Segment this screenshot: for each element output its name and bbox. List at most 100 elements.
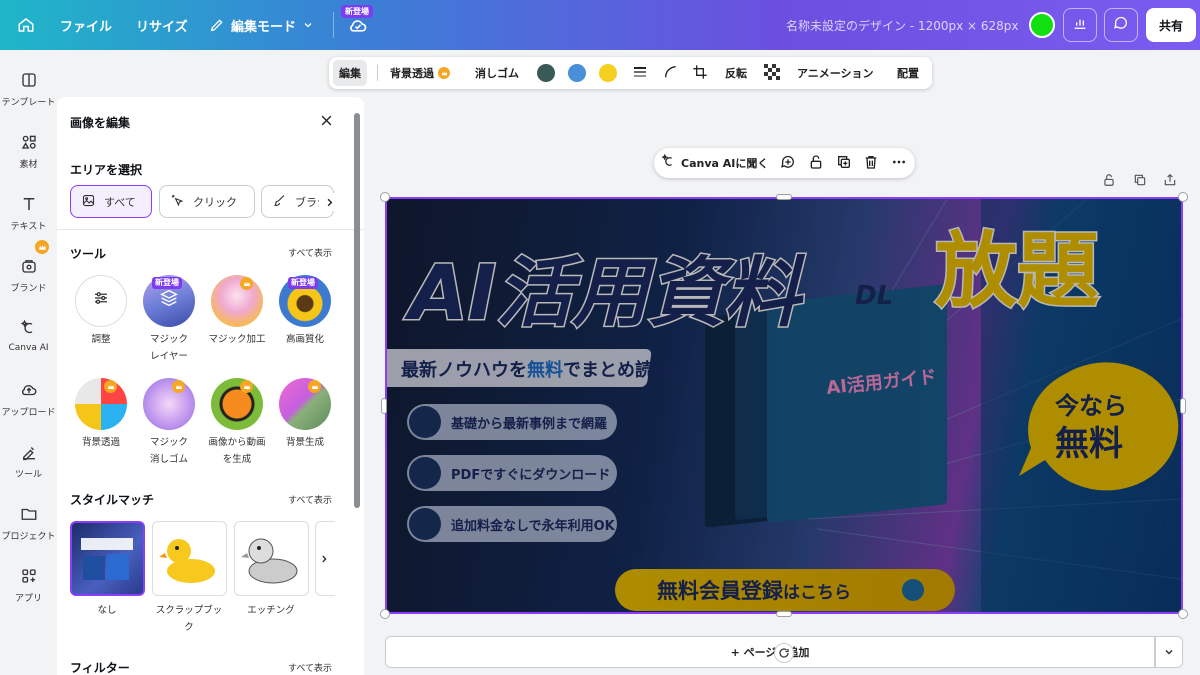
border-style-button[interactable] (632, 57, 648, 89)
tool-label: 背景透過 (81, 437, 120, 448)
trash-icon (863, 154, 879, 173)
analytics-button[interactable] (1063, 8, 1097, 42)
ask-canva-ai-button[interactable]: Canva AIに聞く (661, 148, 768, 178)
tool-adjust[interactable]: 調整 (69, 275, 133, 348)
style-scrapbook[interactable]: スクラップブッ ク (151, 521, 227, 636)
resize-handle-left[interactable] (381, 398, 387, 414)
tool-magic-eraser[interactable]: マジック 消しゴム (137, 378, 201, 468)
magic-click-icon (170, 193, 185, 211)
top-bar: ファイル リサイズ 編集モード 新登場 名称未設定のデザイン - 1200px … (0, 0, 1200, 50)
projects-icon (18, 503, 40, 525)
add-page-button[interactable]: + ページを追加 (385, 636, 1155, 668)
transparency-button[interactable] (764, 57, 780, 89)
rail-item-apps[interactable]: アプリ (0, 565, 57, 604)
crop-icon (692, 64, 708, 83)
color-swatch-3[interactable] (599, 57, 617, 89)
adjust-thumbnail (75, 275, 127, 327)
animation-button[interactable]: アニメーション (797, 57, 874, 89)
styles-see-all-link[interactable]: すべて表示 (288, 493, 332, 506)
styles-scroll-right[interactable] (317, 549, 331, 567)
corner-rounding-button[interactable] (663, 57, 679, 89)
rail-item-brand[interactable]: ブランド (0, 255, 57, 294)
edit-mode-label: 編集モード (231, 19, 297, 35)
panel-title: 画像を編集 (70, 116, 131, 130)
rail-label: 素材 (19, 160, 38, 170)
area-chip-all[interactable]: すべて (70, 185, 152, 218)
close-icon (319, 113, 334, 132)
resize-handle-top[interactable] (776, 194, 792, 200)
file-menu[interactable]: ファイル (60, 0, 112, 50)
tool-magic-layer[interactable]: 新登場 マジック レイヤー (137, 275, 201, 365)
duplicate-button[interactable] (836, 148, 852, 178)
panel-scrollbar[interactable] (354, 113, 360, 508)
corner-radius-icon (663, 64, 679, 83)
image-icon (81, 193, 96, 211)
rail-item-projects[interactable]: プロジェクト (0, 503, 57, 542)
design-title[interactable]: 名称未設定のデザイン - 1200px × 628px (786, 0, 1019, 50)
tool-image-to-video[interactable]: 画像から動画 を生成 (205, 378, 269, 468)
rail-item-canva-ai[interactable]: Canva AI (0, 317, 57, 353)
edit-mode-menu[interactable]: 編集モード (209, 0, 314, 50)
resize-handle-bottom[interactable] (776, 611, 792, 617)
resize-handle-br[interactable] (1178, 609, 1188, 619)
tool-magic-edit[interactable]: マジック加工 (205, 275, 269, 348)
rotate-handle[interactable] (774, 643, 794, 663)
tool-label: マジック 消しゴム (149, 437, 188, 465)
filters-see-all-link[interactable]: すべて表示 (288, 661, 332, 674)
add-comment-button[interactable] (780, 148, 796, 178)
crown-icon (35, 240, 49, 254)
style-etching[interactable]: エッチング (233, 521, 309, 619)
resize-handle-tl[interactable] (380, 192, 390, 202)
style-none-thumbnail (69, 521, 145, 596)
delete-button[interactable] (863, 148, 879, 178)
comments-button[interactable] (1104, 8, 1138, 42)
rail-label: ツール (14, 470, 42, 480)
eraser-button[interactable]: 消しゴム (475, 57, 519, 89)
resize-handle-tr[interactable] (1178, 192, 1188, 202)
crop-button[interactable] (692, 57, 708, 89)
page-lock-button[interactable] (1101, 173, 1117, 189)
avatar[interactable] (1029, 12, 1055, 38)
flip-button[interactable]: 反転 (725, 57, 747, 89)
color-dot (568, 64, 586, 82)
context-toolbar: 編集 背景透過 消しゴム 反転 アニメーション 配置 (329, 57, 932, 89)
upscale-thumbnail: 新登場 (279, 275, 331, 327)
magic-eraser-thumbnail (143, 378, 195, 430)
tool-label: マジック レイヤー (149, 334, 188, 362)
page-duplicate-button[interactable] (1132, 173, 1148, 189)
design-canvas[interactable]: AI活用資料 DL 放題 最新ノウハウを無料でまとめ読み 基礎から最新事例まで網… (385, 197, 1183, 614)
share-button[interactable]: 共有 (1146, 8, 1196, 42)
color-swatch-1[interactable] (537, 57, 555, 89)
home-icon (17, 16, 35, 34)
tool-bg-generate[interactable]: 背景生成 (273, 378, 337, 451)
tools-see-all-link[interactable]: すべて表示 (288, 246, 332, 259)
area-chip-click[interactable]: クリック (159, 185, 255, 218)
close-button[interactable] (319, 113, 334, 132)
rail-item-upload[interactable]: アップロード (0, 379, 57, 418)
tool-upscale[interactable]: 新登場 高画質化 (273, 275, 337, 348)
chips-scroll-right[interactable] (319, 193, 339, 211)
rotate-icon (778, 644, 790, 663)
rail-item-templates[interactable]: テンプレート (0, 69, 57, 108)
rail-item-elements[interactable]: 素材 (0, 131, 57, 170)
toolbar-divider (377, 65, 378, 81)
more-options-button[interactable] (891, 148, 907, 178)
lock-button[interactable] (808, 148, 824, 178)
resize-menu[interactable]: リサイズ (136, 0, 188, 50)
color-swatch-2[interactable] (568, 57, 586, 89)
position-button[interactable]: 配置 (897, 57, 919, 89)
bg-remove-button[interactable]: 背景透過 (390, 57, 450, 89)
left-rail: テンプレート 素材 テキスト ブランド Canva AI アップロード ツール … (0, 50, 57, 675)
add-page-options-button[interactable] (1155, 636, 1183, 668)
edit-button[interactable]: 編集 (333, 60, 367, 86)
page-share-button[interactable] (1162, 173, 1178, 189)
rail-item-text[interactable]: テキスト (0, 193, 57, 232)
tool-bg-remove[interactable]: 背景透過 (69, 378, 133, 451)
crown-icon (308, 380, 321, 393)
tools-icon (18, 441, 40, 463)
home-button[interactable] (12, 0, 40, 50)
resize-handle-bl[interactable] (380, 609, 390, 619)
resize-handle-right[interactable] (1180, 398, 1186, 414)
rail-item-tools[interactable]: ツール (0, 441, 57, 480)
style-none[interactable]: なし (69, 521, 145, 619)
